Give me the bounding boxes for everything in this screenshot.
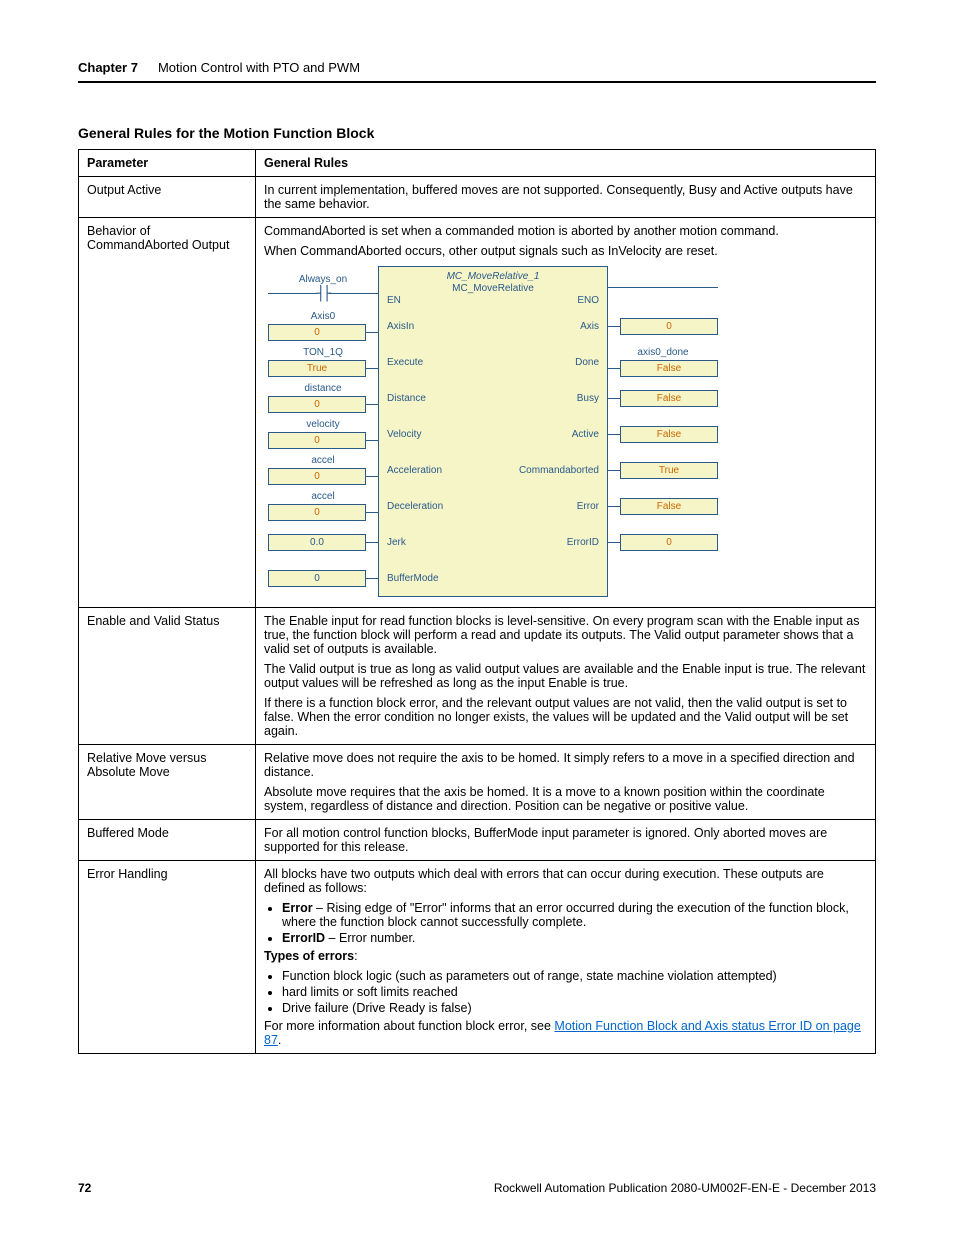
fb-port: Velocity xyxy=(387,429,421,440)
page: Chapter 7 Motion Control with PTO and PW… xyxy=(0,0,954,1235)
rules-cell: All blocks have two outputs which deal w… xyxy=(256,861,876,1054)
fb-port: Distance xyxy=(387,393,426,404)
param-cell: Relative Move versus Absolute Move xyxy=(79,745,256,820)
types-label: Types of errors xyxy=(264,949,354,963)
term: Error xyxy=(282,901,313,915)
more-pre: For more information about function bloc… xyxy=(264,1019,554,1033)
rules-cell: In current implementation, buffered move… xyxy=(256,177,876,218)
para: If there is a function block error, and … xyxy=(264,696,867,738)
th-parameter: Parameter xyxy=(79,150,256,177)
param-cell: Behavior of CommandAborted Output xyxy=(79,218,256,608)
rules-cell: Relative move does not require the axis … xyxy=(256,745,876,820)
fb-val: 0 xyxy=(620,318,718,335)
section-title: General Rules for the Motion Function Bl… xyxy=(78,125,876,141)
bullet-list: Function block logic (such as parameters… xyxy=(264,969,867,1015)
param-cell: Enable and Valid Status xyxy=(79,608,256,745)
term: ErrorID xyxy=(282,931,325,945)
fb-port: Execute xyxy=(387,357,423,368)
rules-table: Parameter General Rules Output Active In… xyxy=(78,149,876,1054)
fb-val: False xyxy=(620,390,718,407)
param-cell: Buffered Mode xyxy=(79,820,256,861)
fb-port: AxisIn xyxy=(387,321,414,332)
chapter-title: Motion Control with PTO and PWM xyxy=(158,60,360,75)
fb-port: ErrorID xyxy=(567,537,599,548)
fb-val: 0 xyxy=(268,396,366,413)
fb-port: Done xyxy=(575,357,599,368)
fb-always-on: Always_on xyxy=(288,274,358,285)
bullet-list: Error – Rising edge of "Error" informs t… xyxy=(264,901,867,945)
rules-cell: The Enable input for read function block… xyxy=(256,608,876,745)
para: When CommandAborted occurs, other output… xyxy=(264,244,867,258)
fb-label: Axis0 xyxy=(288,311,358,322)
fb-label: accel xyxy=(288,455,358,466)
fb-val: 0 xyxy=(268,570,366,587)
fb-val: 0 xyxy=(268,504,366,521)
list-item: Function block logic (such as parameters… xyxy=(282,969,867,983)
table-row: Behavior of CommandAborted Output Comman… xyxy=(79,218,876,608)
list-item: Drive failure (Drive Ready is false) xyxy=(282,1001,867,1015)
more-post: . xyxy=(278,1033,281,1047)
fb-port-en: EN xyxy=(387,295,401,306)
publication-id: Rockwell Automation Publication 2080-UM0… xyxy=(494,1181,876,1195)
fb-label: axis0_done xyxy=(628,347,698,358)
fb-port: Acceleration xyxy=(387,465,442,476)
fb-port: Axis xyxy=(580,321,599,332)
fb-port: Deceleration xyxy=(387,501,443,512)
fb-val: False xyxy=(620,360,718,377)
table-row: Buffered Mode For all motion control fun… xyxy=(79,820,876,861)
list-item: ErrorID – Error number. xyxy=(282,931,867,945)
fb-port: Commandaborted xyxy=(519,465,599,476)
fb-val: 0 xyxy=(268,324,366,341)
para: Relative move does not require the axis … xyxy=(264,751,867,779)
para: Types of errors: xyxy=(264,949,867,963)
term-desc: – Error number. xyxy=(325,931,415,945)
para: All blocks have two outputs which deal w… xyxy=(264,867,867,895)
list-item: hard limits or soft limits reached xyxy=(282,985,867,999)
table-row: Error Handling All blocks have two outpu… xyxy=(79,861,876,1054)
table-row: Relative Move versus Absolute Move Relat… xyxy=(79,745,876,820)
rules-cell: CommandAborted is set when a commanded m… xyxy=(256,218,876,608)
fb-val: 0 xyxy=(268,432,366,449)
fb-label: distance xyxy=(288,383,358,394)
fb-port: Error xyxy=(577,501,599,512)
page-footer: 72 Rockwell Automation Publication 2080-… xyxy=(78,1181,876,1195)
fb-val: True xyxy=(268,360,366,377)
fb-val: False xyxy=(620,426,718,443)
fb-label: TON_1Q xyxy=(288,347,358,358)
param-cell: Error Handling xyxy=(79,861,256,1054)
para: The Enable input for read function block… xyxy=(264,614,867,656)
table-row: Output Active In current implementation,… xyxy=(79,177,876,218)
fb-header: MC_MoveRelative_1 MC_MoveRelative EN ENO xyxy=(378,266,608,308)
fb-label: accel xyxy=(288,491,358,502)
fb-label: velocity xyxy=(288,419,358,430)
fb-val: False xyxy=(620,498,718,515)
page-number: 72 xyxy=(78,1181,91,1195)
contact-icon: ┤├ xyxy=(268,286,378,302)
fb-val: 0 xyxy=(620,534,718,551)
fb-subtitle: MC_MoveRelative xyxy=(452,283,534,294)
fb-port: Busy xyxy=(577,393,599,404)
fb-val: 0 xyxy=(268,468,366,485)
para: For more information about function bloc… xyxy=(264,1019,867,1047)
page-header: Chapter 7 Motion Control with PTO and PW… xyxy=(78,60,876,83)
fb-port: Jerk xyxy=(387,537,406,548)
fb-port: BufferMode xyxy=(387,573,439,584)
fb-port-eno: ENO xyxy=(577,295,599,306)
term-desc: – Rising edge of "Error" informs that an… xyxy=(282,901,849,929)
list-item: Error – Rising edge of "Error" informs t… xyxy=(282,901,867,929)
para: Absolute move requires that the axis be … xyxy=(264,785,867,813)
para: CommandAborted is set when a commanded m… xyxy=(264,224,867,238)
rules-cell: For all motion control function blocks, … xyxy=(256,820,876,861)
fb-val: 0.0 xyxy=(268,534,366,551)
table-row: Enable and Valid Status The Enable input… xyxy=(79,608,876,745)
function-block-diagram: Always_on ┤├ MC_MoveRelative_1 MC_MoveRe… xyxy=(268,266,718,597)
param-cell: Output Active xyxy=(79,177,256,218)
para: The Valid output is true as long as vali… xyxy=(264,662,867,690)
fb-port: Active xyxy=(572,429,599,440)
fb-val: True xyxy=(620,462,718,479)
th-rules: General Rules xyxy=(256,150,876,177)
chapter-label: Chapter 7 xyxy=(78,60,138,75)
fb-title: MC_MoveRelative_1 xyxy=(447,271,540,282)
